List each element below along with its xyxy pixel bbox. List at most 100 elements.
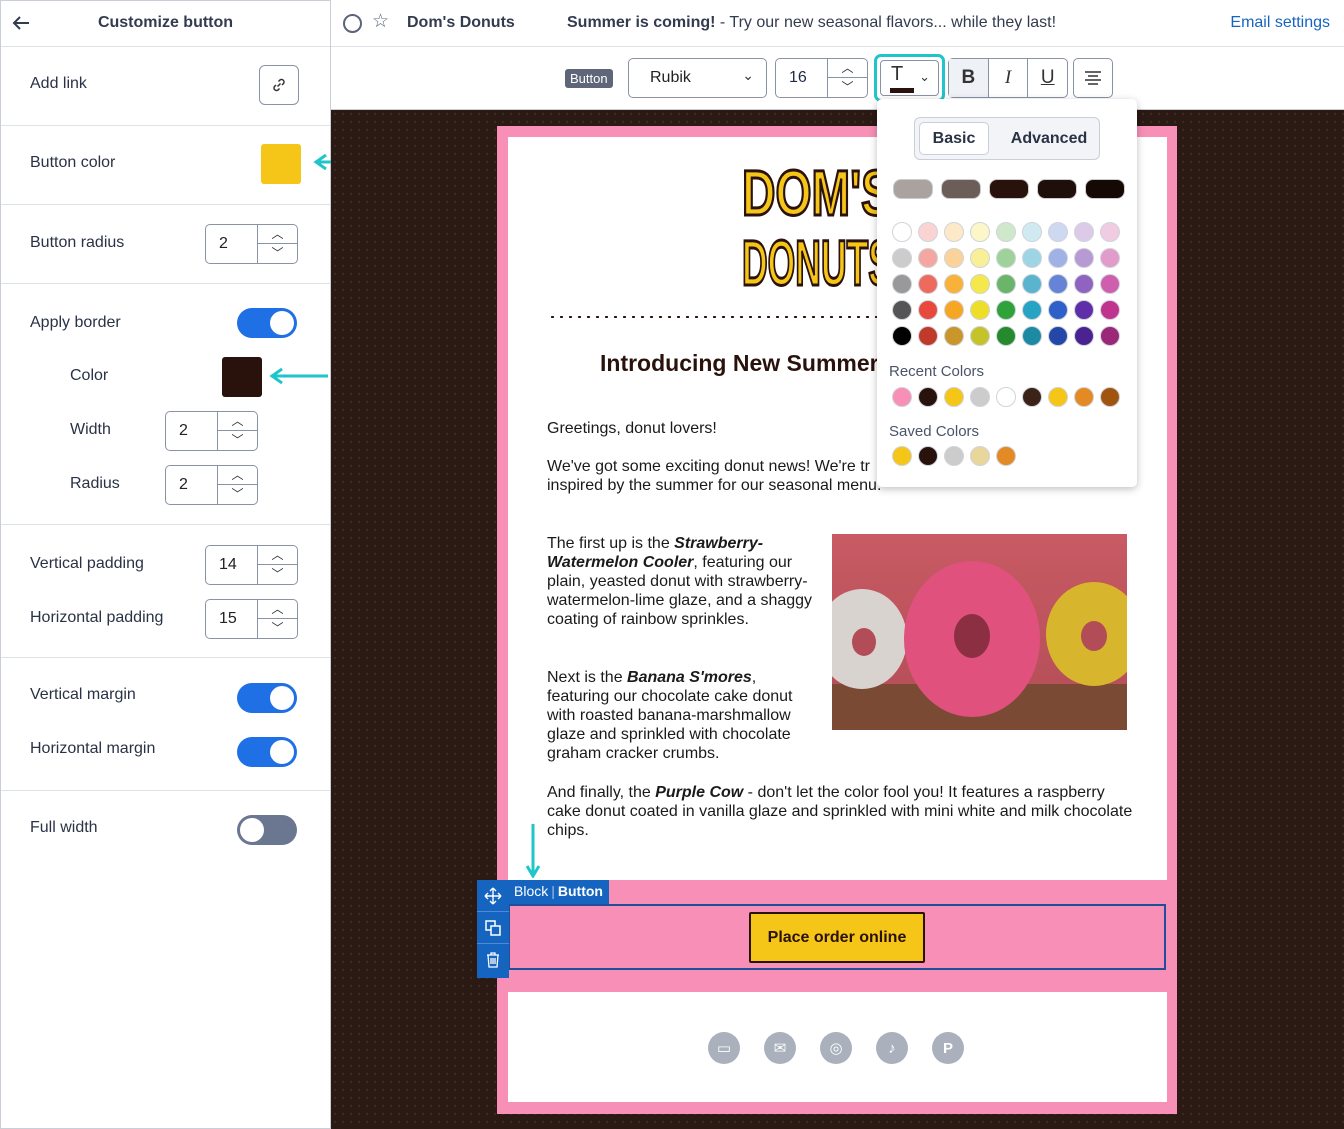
decrement-icon[interactable]: ﹀ (828, 78, 867, 97)
color-swatch[interactable] (970, 274, 990, 294)
recent-color-swatch[interactable] (1100, 387, 1120, 407)
button-color-swatch[interactable] (261, 144, 301, 184)
bold-button[interactable]: B (949, 59, 989, 97)
color-swatch[interactable] (996, 222, 1016, 242)
tab-advanced[interactable]: Advanced (1001, 122, 1097, 155)
color-swatch[interactable] (1074, 248, 1094, 268)
color-swatch[interactable] (892, 248, 912, 268)
horizontal-margin-toggle[interactable] (237, 737, 297, 767)
color-swatch[interactable] (944, 248, 964, 268)
color-swatch[interactable] (996, 326, 1016, 346)
place-order-button[interactable]: Place order online (749, 912, 925, 963)
color-swatch[interactable] (918, 248, 938, 268)
tiktok-icon[interactable]: ♪ (876, 1032, 908, 1064)
increment-icon[interactable]: ︿ (828, 59, 867, 78)
full-width-toggle[interactable] (237, 815, 297, 845)
color-swatch[interactable] (1100, 248, 1120, 268)
recent-color-swatch[interactable] (918, 387, 938, 407)
increment-icon[interactable]: ︿ (218, 466, 257, 485)
decrement-icon[interactable]: ﹀ (258, 565, 297, 584)
color-swatch[interactable] (918, 300, 938, 320)
saved-color-swatch[interactable] (996, 446, 1016, 466)
color-swatch[interactable] (944, 326, 964, 346)
theme-color-swatch[interactable] (989, 179, 1029, 199)
add-link-button[interactable] (259, 65, 299, 105)
horizontal-padding-stepper[interactable]: 15 ︿ ﹀ (205, 599, 298, 639)
color-swatch[interactable] (1022, 222, 1042, 242)
italic-button[interactable]: I (989, 59, 1029, 97)
theme-color-swatch[interactable] (893, 179, 933, 199)
decrement-icon[interactable]: ﹀ (258, 619, 297, 638)
color-swatch[interactable] (918, 274, 938, 294)
saved-color-swatch[interactable] (944, 446, 964, 466)
apply-border-toggle[interactable] (237, 308, 297, 338)
theme-color-swatch[interactable] (1037, 179, 1077, 199)
color-swatch[interactable] (1022, 248, 1042, 268)
vertical-padding-stepper[interactable]: 14 ︿ ﹀ (205, 545, 298, 585)
pinterest-icon[interactable]: P (932, 1032, 964, 1064)
font-family-select[interactable]: Rubik ⌄ (628, 58, 767, 98)
color-swatch[interactable] (996, 300, 1016, 320)
color-swatch[interactable] (1074, 326, 1094, 346)
saved-color-swatch[interactable] (892, 446, 912, 466)
color-swatch[interactable] (1074, 274, 1094, 294)
increment-icon[interactable]: ︿ (258, 225, 297, 244)
theme-color-swatch[interactable] (1085, 179, 1125, 199)
color-swatch[interactable] (1022, 300, 1042, 320)
recent-color-swatch[interactable] (1022, 387, 1042, 407)
website-icon[interactable]: ▭ (708, 1032, 740, 1064)
increment-icon[interactable]: ︿ (258, 546, 297, 565)
color-swatch[interactable] (1100, 274, 1120, 294)
color-swatch[interactable] (996, 248, 1016, 268)
recent-color-swatch[interactable] (996, 387, 1016, 407)
font-size-stepper[interactable]: 16 ︿ ﹀ (775, 58, 868, 98)
color-swatch[interactable] (1022, 326, 1042, 346)
recent-color-swatch[interactable] (892, 387, 912, 407)
recent-color-swatch[interactable] (1048, 387, 1068, 407)
color-swatch[interactable] (918, 222, 938, 242)
color-swatch[interactable] (970, 300, 990, 320)
button-radius-stepper[interactable]: 2 ︿ ﹀ (205, 224, 298, 264)
color-swatch[interactable] (1022, 274, 1042, 294)
color-swatch[interactable] (1048, 248, 1068, 268)
text-color-button[interactable]: T ⌄ (874, 54, 945, 102)
color-swatch[interactable] (970, 222, 990, 242)
move-icon[interactable] (477, 880, 509, 912)
border-radius-stepper[interactable]: 2 ︿ ﹀ (165, 465, 258, 505)
saved-color-swatch[interactable] (970, 446, 990, 466)
color-swatch[interactable] (944, 300, 964, 320)
select-circle-icon[interactable] (343, 14, 362, 33)
color-swatch[interactable] (1100, 222, 1120, 242)
color-swatch[interactable] (970, 248, 990, 268)
border-width-stepper[interactable]: 2 ︿ ﹀ (165, 411, 258, 451)
color-swatch[interactable] (1100, 300, 1120, 320)
email-icon[interactable]: ✉ (764, 1032, 796, 1064)
color-swatch[interactable] (892, 300, 912, 320)
color-swatch[interactable] (892, 222, 912, 242)
decrement-icon[interactable]: ﹀ (218, 431, 257, 450)
color-swatch[interactable] (892, 326, 912, 346)
color-swatch[interactable] (892, 274, 912, 294)
email-settings-link[interactable]: Email settings (1230, 14, 1330, 32)
decrement-icon[interactable]: ﹀ (258, 244, 297, 263)
color-swatch[interactable] (1074, 300, 1094, 320)
align-center-button[interactable] (1073, 58, 1113, 98)
color-swatch[interactable] (1074, 222, 1094, 242)
recent-color-swatch[interactable] (970, 387, 990, 407)
underline-button[interactable]: U (1028, 59, 1067, 97)
border-color-swatch[interactable] (222, 357, 262, 397)
recent-color-swatch[interactable] (1074, 387, 1094, 407)
vertical-margin-toggle[interactable] (237, 683, 297, 713)
color-swatch[interactable] (944, 274, 964, 294)
star-icon[interactable]: ☆ (372, 10, 389, 33)
instagram-icon[interactable]: ◎ (820, 1032, 852, 1064)
color-swatch[interactable] (996, 274, 1016, 294)
color-swatch[interactable] (1048, 300, 1068, 320)
color-swatch[interactable] (970, 326, 990, 346)
color-swatch[interactable] (1048, 326, 1068, 346)
saved-color-swatch[interactable] (918, 446, 938, 466)
decrement-icon[interactable]: ﹀ (218, 485, 257, 504)
increment-icon[interactable]: ︿ (218, 412, 257, 431)
color-swatch[interactable] (1048, 274, 1068, 294)
trash-icon[interactable] (477, 944, 509, 976)
